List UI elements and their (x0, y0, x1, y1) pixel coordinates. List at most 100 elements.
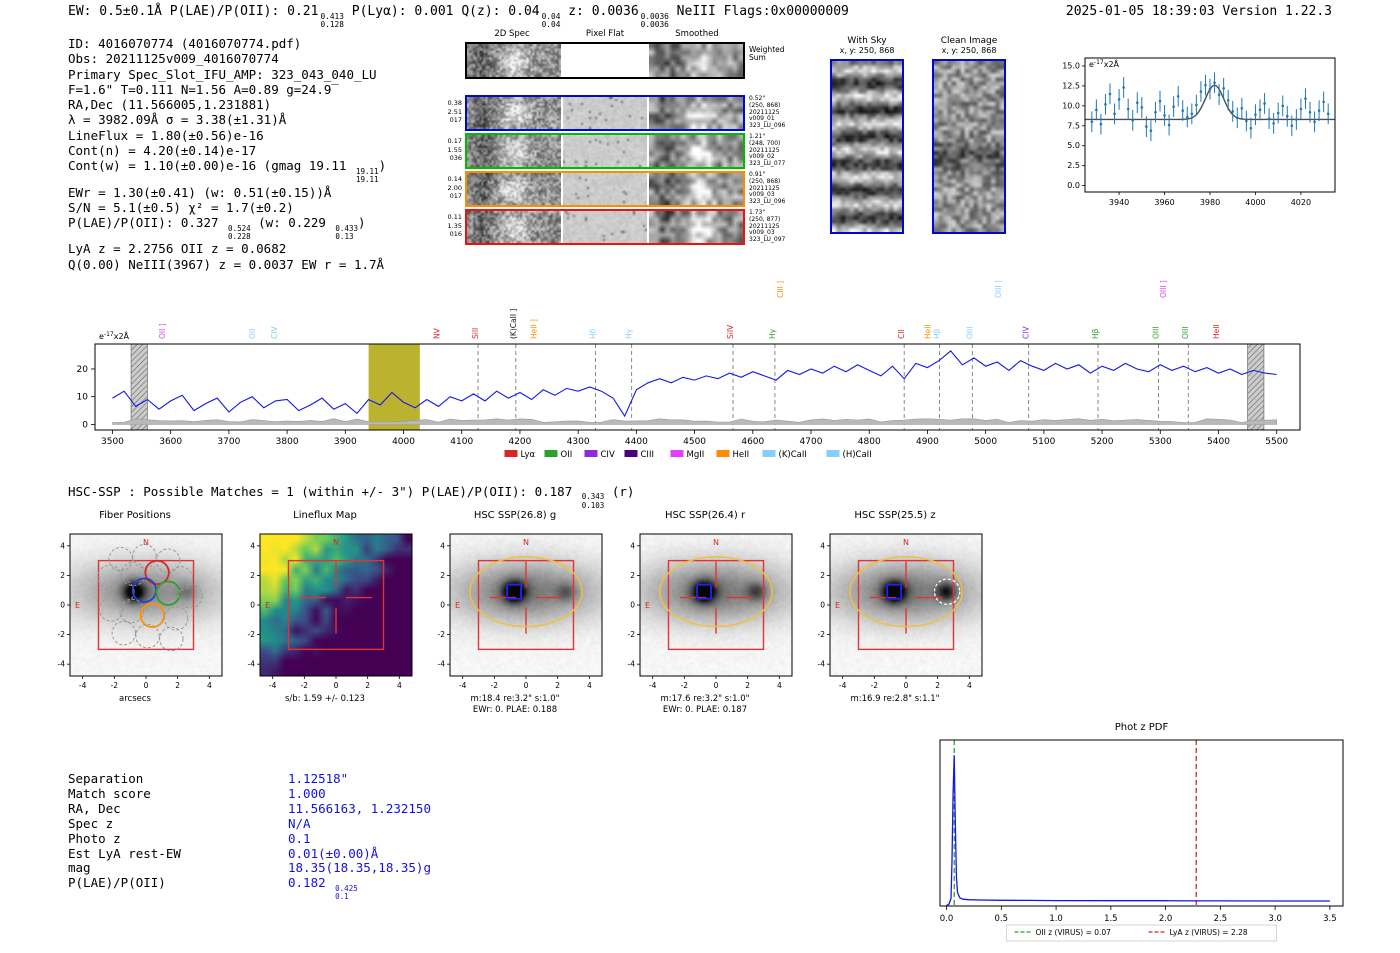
cutout-panel: HSC SSP(25.5) z -4 -4 -2 -2 0 0 2 2 4 4 N Em:16.9 re… (800, 508, 990, 723)
svg-text:-2: -2 (301, 681, 309, 690)
svg-text:2: 2 (175, 681, 180, 690)
fiber-circle (119, 598, 144, 624)
svg-text:-2: -2 (818, 630, 826, 639)
catalog-marker (696, 583, 713, 600)
svg-text:2: 2 (630, 571, 635, 580)
compass-east: E (455, 601, 460, 610)
svg-text:-2: -2 (491, 681, 499, 690)
cutout-caption: m:16.9 re:2.8" s:1.1" (850, 694, 940, 704)
legend-label: OII z (VIRUS) = 0.07 (1036, 928, 1112, 937)
svg-text:2: 2 (60, 571, 65, 580)
match-field-label: RA, Dec (68, 800, 121, 816)
svg-text:3.5: 3.5 (1323, 914, 1337, 924)
svg-text:2: 2 (365, 681, 370, 690)
svg-text:-4: -4 (818, 660, 826, 669)
fiber-circle (98, 597, 124, 622)
svg-text:2: 2 (935, 681, 940, 690)
match-field-value: 0.01(±0.00)Å (288, 845, 379, 861)
fiber-circle (108, 546, 133, 572)
compass-east: E (835, 601, 840, 610)
svg-text:-4: -4 (269, 681, 277, 690)
cutout-title: HSC SSP(26.8) g (473, 510, 557, 521)
svg-text:4: 4 (777, 681, 782, 690)
svg-text:0: 0 (904, 681, 909, 690)
svg-text:4: 4 (207, 681, 212, 690)
svg-text:-2: -2 (871, 681, 879, 690)
cutout-panel: HSC SSP(26.8) g -4 -4 -2 -2 0 0 2 2 4 4 N Em:18.4 re… (420, 508, 610, 723)
catalog-marker (886, 583, 903, 600)
compass-east: E (265, 601, 270, 610)
match-row: mag 18.35(18.35,18.35)g (68, 860, 431, 876)
svg-text:0: 0 (334, 681, 339, 690)
fiber-circle (110, 579, 135, 604)
match-field-label: Spec z (68, 815, 114, 831)
svg-text:2: 2 (250, 571, 255, 580)
fiber-circle (178, 583, 203, 609)
svg-text:4: 4 (967, 681, 972, 690)
cutout-title: HSC SSP(26.4) r (664, 510, 746, 521)
svg-text:-2: -2 (248, 630, 256, 639)
cutout-title: Lineflux Map (293, 510, 357, 521)
compass-north: N (523, 538, 529, 547)
fiber-circle (111, 620, 137, 646)
svg-text:-4: -4 (649, 681, 657, 690)
fiber-circle (168, 566, 194, 591)
svg-text:4: 4 (250, 541, 255, 550)
cutout-caption: EWr: 0. PLAE: 0.187 (662, 705, 748, 715)
svg-text:2: 2 (440, 571, 445, 580)
catalog-marker (506, 583, 523, 600)
svg-text:4: 4 (587, 681, 592, 690)
svg-text:0: 0 (60, 601, 65, 610)
match-field-label: mag (68, 860, 91, 876)
svg-text:4: 4 (397, 681, 402, 690)
fiber-circle (132, 543, 157, 569)
neighbor-circle (933, 578, 961, 605)
svg-text:2: 2 (745, 681, 750, 690)
svg-text:0: 0 (144, 681, 149, 690)
svg-text:0: 0 (524, 681, 529, 690)
compass-north: N (143, 538, 149, 547)
svg-text:0: 0 (630, 601, 635, 610)
svg-text:0.5: 0.5 (995, 914, 1009, 924)
svg-text:4: 4 (440, 541, 445, 550)
sup-sub-value: 0.425 0.1 (335, 883, 358, 902)
svg-text:4: 4 (630, 541, 635, 550)
match-table: Separation 1.12518" Match score 1.000 RA, De… (68, 771, 431, 902)
cutout-caption: m:18.4 re:3.2" s:1.0" (470, 694, 560, 704)
fiber-circle (155, 580, 181, 606)
match-field-value: 1.000 (288, 785, 326, 801)
match-field-value: 0.182 0.425 0.1 (288, 875, 358, 902)
cutout-axes: -4 -4 -2 -2 0 0 2 2 4 4 N E (438, 533, 603, 690)
svg-text:3.0: 3.0 (1268, 914, 1282, 924)
svg-text:2: 2 (820, 571, 825, 580)
svg-text:2: 2 (555, 681, 560, 690)
svg-text:-4: -4 (79, 681, 87, 690)
svg-text:-2: -2 (58, 630, 66, 639)
cutout-axes: -4 -4 -2 -2 0 0 2 2 4 4 N E (58, 533, 223, 690)
fiber-circle (131, 577, 158, 603)
svg-text:-4: -4 (839, 681, 847, 690)
match-field-label: Separation (68, 771, 144, 786)
match-field-value: 0.1 (288, 830, 311, 846)
svg-text:0: 0 (440, 601, 445, 610)
compass-east: E (645, 601, 650, 610)
match-field-value: 18.35(18.35,18.35)g (288, 860, 431, 876)
svg-text:0: 0 (250, 601, 255, 610)
cutout-title: HSC SSP(25.5) z (854, 510, 936, 521)
svg-text:0: 0 (714, 681, 719, 690)
match-field-value: 11.566163, 1.232150 (288, 800, 431, 816)
svg-text:0.0: 0.0 (940, 914, 954, 924)
svg-text:-4: -4 (248, 660, 256, 669)
match-row: Est LyA rest-EW 0.01(±0.00)Å (68, 845, 431, 862)
cutout-title: Fiber Positions (99, 510, 171, 521)
compass-north: N (713, 538, 719, 547)
match-field-label: Match score (68, 785, 151, 801)
match-row: Photo z 0.1 (68, 830, 431, 847)
cutout-caption: EWr: 0. PLAE: 0.188 (472, 705, 558, 715)
cutout-panel: HSC SSP(26.4) r -4 -4 -2 -2 0 0 2 2 4 4 N Em:17.6 re… (610, 508, 800, 723)
match-field-label: P(LAE)/P(OII) (68, 875, 166, 891)
svg-text:-4: -4 (438, 660, 446, 669)
cutout-panel: Lineflux Map -4 -4 -2 -2 0 0 2 2 4 4 N Es/b: 1.59 +/… (230, 508, 420, 723)
svg-text:-2: -2 (111, 681, 119, 690)
cutout-axes: -4 -4 -2 -2 0 0 2 2 4 4 N E (818, 533, 983, 690)
